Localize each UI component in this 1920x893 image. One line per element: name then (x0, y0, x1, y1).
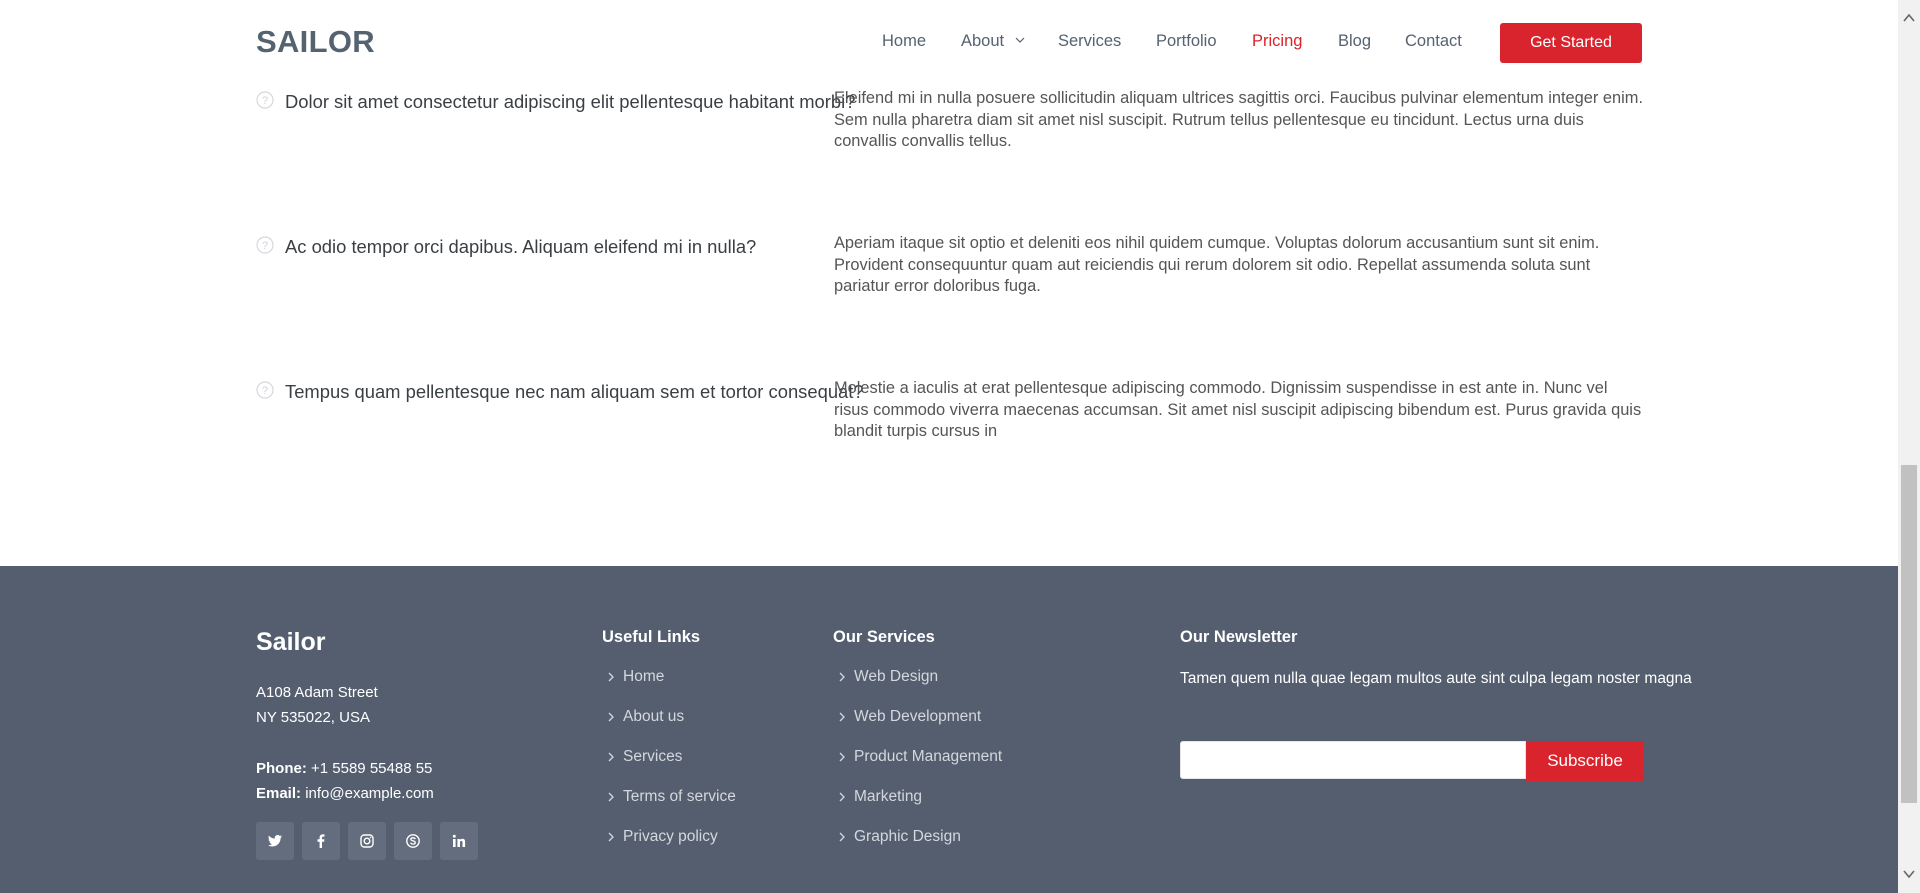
footer-service-web-design[interactable]: Web Design (833, 668, 1002, 708)
chevron-up-icon (1903, 13, 1915, 22)
chevron-right-icon (839, 672, 845, 682)
chevron-right-icon (839, 792, 845, 802)
nav-pricing[interactable]: Pricing (1252, 32, 1302, 51)
page-scrollbar[interactable] (1898, 0, 1920, 893)
services-list: Web Design Web Development Product Manag… (833, 668, 1002, 868)
chevron-right-icon (839, 712, 845, 722)
footer-service-product-management[interactable]: Product Management (833, 748, 1002, 788)
faq-answer: Molestie a iaculis at erat pellentesque … (834, 379, 1642, 440)
scroll-down-button[interactable] (1898, 864, 1920, 884)
footer-link-label: Home (623, 668, 665, 685)
footer-link-label: Services (623, 748, 683, 765)
footer-link-label: Privacy policy (623, 828, 718, 845)
address-line: A108 Adam Street (256, 684, 378, 701)
chevron-right-icon (608, 792, 614, 802)
facebook-icon (317, 834, 325, 848)
linkedin-link[interactable] (440, 822, 478, 860)
footer-link-about[interactable]: About us (602, 708, 736, 748)
get-started-button[interactable]: Get Started (1500, 23, 1642, 63)
footer-service-graphic-design[interactable]: Graphic Design (833, 828, 1002, 868)
svg-text:?: ? (262, 240, 268, 252)
footer-link-label: Web Development (854, 708, 982, 725)
address-line: NY 535022, USA (256, 709, 370, 726)
question-circle-icon: ? (256, 236, 274, 254)
newsletter-email-input[interactable] (1180, 741, 1526, 779)
phone-label: Phone: (256, 760, 307, 777)
facebook-link[interactable] (302, 822, 340, 860)
footer-link-label: Marketing (854, 788, 923, 805)
footer-link-label: Web Design (854, 668, 939, 685)
footer-address: A108 Adam Street NY 535022, USA (256, 680, 378, 730)
footer-link-label: Product Management (854, 748, 1003, 765)
nav-about[interactable]: About (961, 32, 1025, 51)
question-circle-icon: ? (256, 91, 274, 109)
footer-link-home[interactable]: Home (602, 668, 736, 708)
twitter-link[interactable] (256, 822, 294, 860)
nav-home[interactable]: Home (882, 32, 926, 51)
email-label: Email: (256, 785, 302, 802)
chevron-right-icon (608, 712, 614, 722)
chevron-right-icon (839, 832, 845, 842)
scrollbar-thumb[interactable] (1901, 465, 1917, 803)
skype-link[interactable] (394, 822, 432, 860)
footer-link-privacy[interactable]: Privacy policy (602, 828, 736, 868)
site-header: SAILOR Home About Services Portfolio Pri… (0, 0, 1898, 86)
newsletter-title: Our Newsletter (1180, 628, 1298, 646)
newsletter-text: Tamen quem nulla quae legam multos aute … (1180, 670, 1692, 687)
chevron-right-icon (608, 672, 614, 682)
footer-brand: Sailor (256, 628, 326, 656)
footer-link-terms[interactable]: Terms of service (602, 788, 736, 828)
site-footer: Sailor A108 Adam Street NY 535022, USA P… (0, 566, 1898, 893)
footer-service-web-development[interactable]: Web Development (833, 708, 1002, 748)
twitter-icon (268, 835, 282, 847)
chevron-right-icon (839, 752, 845, 762)
skype-icon (406, 834, 420, 848)
email-value: info@example.com (305, 785, 434, 802)
chevron-down-icon (1015, 37, 1025, 43)
svg-text:?: ? (262, 385, 268, 397)
faq-answer: Aperiam itaque sit optio et deleniti eos… (834, 234, 1600, 295)
question-circle-icon: ? (256, 381, 274, 399)
footer-link-label: About us (623, 708, 685, 725)
footer-link-label: Graphic Design (854, 828, 961, 845)
linkedin-icon (452, 834, 466, 847)
subscribe-button[interactable]: Subscribe (1526, 741, 1644, 781)
footer-link-services[interactable]: Services (602, 748, 736, 788)
chevron-down-icon (1903, 870, 1915, 879)
phone-value: +1 5589 55488 55 (311, 760, 433, 777)
scroll-up-button[interactable] (1898, 8, 1920, 28)
footer-contact: Phone: +1 5589 55488 55 Email: info@exam… (256, 756, 434, 806)
nav-blog[interactable]: Blog (1338, 32, 1371, 51)
instagram-icon (360, 834, 374, 848)
faq-answer: Eleifend mi in nulla posuere sollicitudi… (834, 89, 1643, 150)
nav-services[interactable]: Services (1058, 32, 1121, 51)
instagram-link[interactable] (348, 822, 386, 860)
useful-links-list: Home About us Services Terms of service … (602, 668, 736, 868)
footer-link-label: Terms of service (623, 788, 736, 805)
our-services-title: Our Services (833, 628, 935, 646)
svg-text:?: ? (262, 95, 268, 107)
useful-links-title: Useful Links (602, 628, 701, 646)
nav-about-label: About (961, 32, 1005, 50)
chevron-right-icon (608, 752, 614, 762)
chevron-right-icon (608, 832, 614, 842)
footer-service-marketing[interactable]: Marketing (833, 788, 1002, 828)
nav-contact[interactable]: Contact (1405, 32, 1462, 51)
nav-portfolio[interactable]: Portfolio (1156, 32, 1217, 51)
